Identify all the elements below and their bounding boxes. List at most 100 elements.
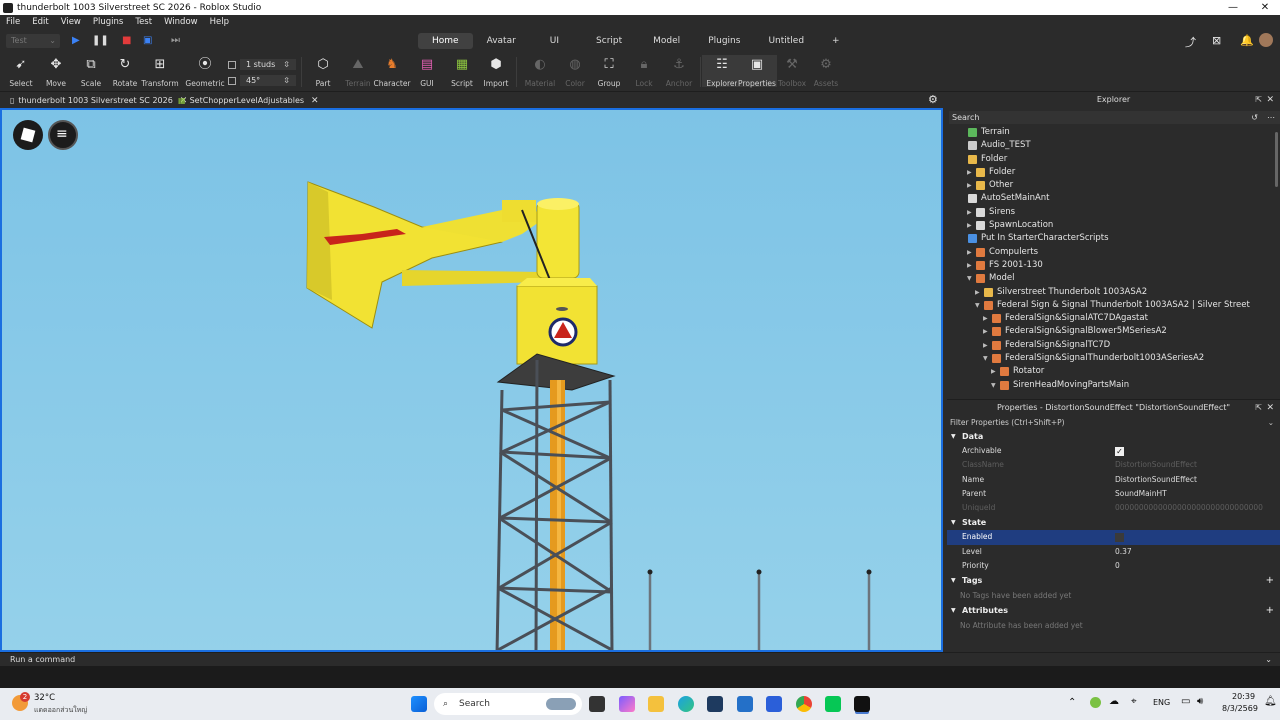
- explorer-item[interactable]: ▶ Compulerts: [947, 246, 1280, 259]
- move-tool[interactable]: ✥ Move: [36, 57, 76, 88]
- popout-icon[interactable]: ⇱: [1255, 92, 1262, 108]
- menu-file[interactable]: File: [6, 17, 20, 27]
- tray-app-icon[interactable]: [1090, 697, 1101, 708]
- more-icon[interactable]: ⋯: [1267, 111, 1275, 124]
- minimize-button[interactable]: —: [1218, 0, 1248, 15]
- prop-value[interactable]: 0.37: [1115, 545, 1132, 559]
- rotate-snap-value[interactable]: 45°: [246, 76, 260, 85]
- chevron-up-icon[interactable]: ⌃: [1068, 697, 1076, 708]
- explorer-item[interactable]: ▶ Other: [947, 179, 1280, 192]
- command-input[interactable]: Run a command: [10, 655, 75, 664]
- section-tags[interactable]: ▼ Tags +: [947, 573, 1280, 588]
- tab-script[interactable]: Script: [579, 33, 639, 49]
- step-icon[interactable]: ⏭: [171, 35, 180, 47]
- clock-date[interactable]: 8/3/2569: [1222, 704, 1258, 713]
- app-icon[interactable]: [737, 696, 753, 712]
- pause-icon[interactable]: ❚❚: [92, 35, 109, 47]
- expand-arrow-icon[interactable]: ▶: [983, 312, 988, 325]
- expand-arrow-icon[interactable]: ▶: [983, 325, 988, 338]
- task-view-icon[interactable]: [589, 696, 605, 712]
- copilot-icon[interactable]: [619, 696, 635, 712]
- stepper-icon[interactable]: ⇳: [283, 60, 290, 69]
- expand-arrow-icon[interactable]: ▼: [991, 379, 996, 392]
- explorer-item[interactable]: AutoSetMainAnt: [947, 192, 1280, 205]
- prop-name-row[interactable]: Name DistortionSoundEffect: [947, 473, 1280, 487]
- move-snap-value[interactable]: 1 studs: [246, 60, 275, 69]
- tab-avatar[interactable]: Avatar: [473, 33, 530, 49]
- prop-level[interactable]: Level 0.37: [947, 545, 1280, 559]
- expand-arrow-icon[interactable]: ▶: [991, 365, 996, 378]
- explorer-item[interactable]: ▶ FederalSign&SignalATC7DAgastat: [947, 312, 1280, 325]
- popout-icon[interactable]: ⇱: [1255, 400, 1262, 416]
- file-explorer-icon[interactable]: [648, 696, 664, 712]
- menu-view[interactable]: View: [61, 17, 81, 27]
- tab-untitled[interactable]: Untitled: [754, 33, 818, 49]
- stop-icon[interactable]: ■: [122, 35, 131, 47]
- explorer-item[interactable]: ▶ FederalSign&SignalBlower5MSeriesA2: [947, 325, 1280, 338]
- roblox-menu-button[interactable]: [13, 120, 43, 150]
- section-state[interactable]: ▼ State: [947, 515, 1280, 530]
- avatar[interactable]: [1259, 33, 1273, 47]
- taskbar-search[interactable]: ⌕ Search: [434, 693, 582, 715]
- explorer-item[interactable]: ▶ Folder: [947, 166, 1280, 179]
- expand-arrow-icon[interactable]: ▶: [967, 206, 972, 219]
- expand-arrow-icon[interactable]: ▶: [967, 179, 972, 192]
- 3d-viewport[interactable]: ≡: [0, 108, 943, 652]
- prop-parent[interactable]: Parent SoundMainHT: [947, 487, 1280, 501]
- lock-tool[interactable]: 🔒︎ Lock: [624, 57, 664, 88]
- explorer-item[interactable]: ▶ Silverstreet Thunderbolt 1003ASA2: [947, 286, 1280, 299]
- close-icon[interactable]: ✕: [311, 96, 319, 106]
- weather-desc[interactable]: แดดออกส่วนใหญ่: [34, 705, 87, 716]
- explorer-item[interactable]: ▶ SpawnLocation: [947, 219, 1280, 232]
- explorer-item[interactable]: Folder: [947, 153, 1280, 166]
- roblox-player-icon[interactable]: [766, 696, 782, 712]
- chrome-icon[interactable]: [796, 696, 812, 712]
- menu-window[interactable]: Window: [164, 17, 198, 27]
- section-attributes[interactable]: ▼ Attributes +: [947, 603, 1280, 618]
- stepper-icon[interactable]: ⇳: [283, 76, 290, 85]
- collaborate-icon[interactable]: ⊠: [1212, 34, 1221, 47]
- explorer-item[interactable]: ▶ FederalSign&SignalTC7D: [947, 339, 1280, 352]
- group-tool[interactable]: ⛶ Group: [589, 57, 629, 88]
- line-icon[interactable]: [825, 696, 841, 712]
- gear-icon[interactable]: ⚙: [928, 93, 938, 106]
- close-icon[interactable]: ✕: [1266, 92, 1274, 108]
- chevron-down-icon[interactable]: ⌄: [1268, 416, 1274, 429]
- prop-value[interactable]: DistortionSoundEffect: [1115, 473, 1197, 487]
- cloud-icon[interactable]: ☁: [1109, 696, 1119, 707]
- test-mode-select[interactable]: Test ⌄: [6, 34, 60, 48]
- import-tool[interactable]: ⬢ Import: [476, 57, 516, 88]
- explorer-search-input[interactable]: Search ↺ ⋯: [949, 111, 1280, 124]
- notification-bell-icon[interactable]: 🔔︎: [1264, 696, 1277, 707]
- expand-arrow-icon[interactable]: ▼: [967, 272, 972, 285]
- menu-plugins[interactable]: Plugins: [93, 17, 123, 27]
- prop-enabled[interactable]: Enabled: [947, 530, 1280, 545]
- menu-help[interactable]: Help: [210, 17, 229, 27]
- enabled-checkbox[interactable]: [1115, 533, 1124, 543]
- hamburger-menu-button[interactable]: ≡: [48, 120, 78, 150]
- expand-arrow-icon[interactable]: ▶: [967, 219, 972, 232]
- tab-ui[interactable]: UI: [530, 33, 579, 49]
- explorer-item[interactable]: ▼ SirenHeadMovingPartsMain: [947, 379, 1280, 392]
- close-button[interactable]: ✕: [1250, 0, 1280, 15]
- menu-edit[interactable]: Edit: [32, 17, 48, 27]
- transform-tool[interactable]: ⊞ Transform: [140, 57, 180, 88]
- explorer-scrollbar[interactable]: [1275, 132, 1278, 187]
- doc-tab-script[interactable]: ▦ SetChopperLevelAdjustables ✕: [178, 94, 319, 107]
- explorer-item[interactable]: ▶ FS 2001-130: [947, 259, 1280, 272]
- explorer-item[interactable]: ▶ Rotator: [947, 365, 1280, 378]
- archivable-checkbox[interactable]: ✓: [1115, 447, 1124, 456]
- chevron-down-icon[interactable]: ⌄: [1265, 653, 1272, 667]
- command-bar[interactable]: Run a command ⌄: [0, 652, 1280, 666]
- share-icon[interactable]: ⤴: [1185, 34, 1196, 50]
- prop-value[interactable]: 0: [1115, 559, 1120, 573]
- prop-archivable[interactable]: Archivable ✓: [947, 444, 1280, 458]
- explorer-item[interactable]: ▼ Federal Sign & Signal Thunderbolt 1003A…: [947, 299, 1280, 312]
- rotate-tool[interactable]: ↻ Rotate: [105, 57, 145, 88]
- expand-arrow-icon[interactable]: ▶: [983, 339, 988, 352]
- rotate-snap[interactable]: 45° ⇳: [228, 75, 296, 86]
- play-icon[interactable]: ▶: [72, 35, 80, 47]
- expand-arrow-icon[interactable]: ▶: [967, 259, 972, 272]
- explorer-item[interactable]: ▶ Sirens: [947, 206, 1280, 219]
- prop-value[interactable]: SoundMainHT: [1115, 487, 1167, 501]
